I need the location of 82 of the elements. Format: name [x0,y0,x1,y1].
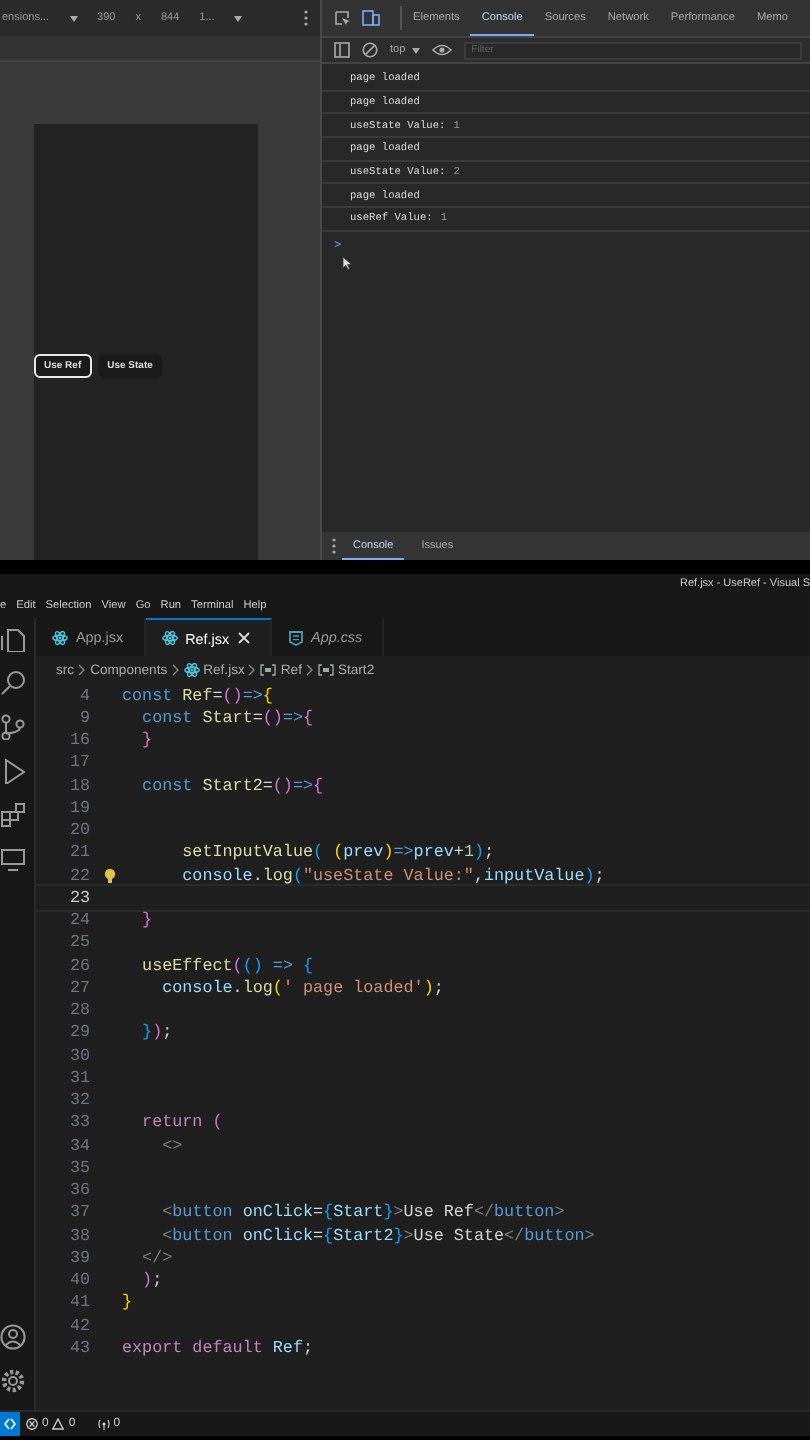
line-number: 4 [77,685,92,706]
run-debug-icon[interactable] [0,758,26,784]
lightbulb-icon[interactable] [103,867,115,884]
line-number: 16 [67,730,92,751]
line-number: 20 [67,820,92,841]
line-number: 25 [67,932,92,953]
line-number: 18 [67,775,92,796]
clear-icon[interactable] [362,42,378,58]
code-line: } [122,1292,133,1313]
line-number: 42 [67,1315,92,1336]
line-number: 9 [77,707,92,728]
line-number: 38 [67,1225,92,1246]
line-number: 41 [67,1292,92,1313]
line-number: 33 [67,1112,92,1133]
caret-icon [411,47,420,53]
code-line: } [140,730,153,751]
line-number: 23 [67,887,92,908]
line-number: 19 [67,797,92,818]
symbol-icon [317,664,334,676]
code-line: useEffect(() => { [140,955,314,976]
device-toggle-icon[interactable] [362,10,380,26]
pointer-icon [342,255,352,270]
code-line: export default Ref; [122,1337,313,1358]
code-line: return ( [140,1112,223,1133]
line-number: 39 [67,1247,92,1268]
line-number: 32 [67,1090,92,1111]
inspect-icon[interactable] [334,10,350,26]
code-line: ); [140,1270,163,1291]
code-line: <button onClick={Start}>Use Ref</button> [160,1202,565,1223]
source-control-icon[interactable] [0,714,26,740]
extensions-icon[interactable] [0,802,26,828]
line-number: 24 [67,910,92,931]
code-line: console.log("useState Value:",inputValue); [180,865,605,886]
warning-icon [52,1418,65,1430]
line-number: 21 [67,842,92,863]
code-line: }); [140,1022,173,1043]
code-line: <> [160,1135,183,1156]
code-line: <button onClick={Start2}>Use State</button> [160,1225,595,1246]
eye-icon[interactable] [431,44,452,56]
code-line: const Start2=()=>{ [140,775,324,796]
line-number: 31 [67,1067,92,1088]
monitor-icon[interactable] [0,846,26,872]
code-line: </> [140,1247,173,1268]
line-number: 34 [67,1135,92,1156]
atom-icon [161,630,178,646]
chevron-icon [305,664,314,676]
caret-icon[interactable] [234,15,243,21]
line-number: 40 [67,1270,92,1291]
account-icon[interactable] [0,1324,26,1350]
search-icon[interactable] [0,670,26,696]
code-line: const Start=()=>{ [140,707,314,728]
remote-icon [4,1418,16,1430]
code-line: console.log(' page loaded'); [160,977,444,998]
line-number: 30 [67,1045,92,1066]
code-line: setInputValue( (prev)=>prev+1); [180,842,495,863]
line-number: 26 [67,955,92,976]
files-icon[interactable] [0,626,26,652]
line-number: 27 [67,977,92,998]
code-line: const Ref=()=>{ [122,685,273,706]
caret-icon[interactable] [69,15,78,21]
line-number: 22 [67,865,92,886]
remote-indicator[interactable] [0,1412,20,1436]
code-line: } [140,910,153,931]
chevron-icon [248,664,257,676]
line-number: 28 [67,1000,92,1021]
close-icon[interactable] [237,632,250,644]
error-icon [26,1418,38,1430]
chevron-icon [78,664,87,676]
atom-icon [183,662,200,678]
settings-icon[interactable] [0,1368,26,1394]
line-number: 37 [67,1202,92,1223]
line-number: 43 [67,1337,92,1358]
symbol-icon [260,664,277,676]
line-number: 17 [67,752,92,773]
antenna-icon [97,1418,110,1430]
line-number: 29 [67,1022,92,1043]
atom-icon [52,629,68,645]
line-number: 36 [67,1180,92,1201]
chevron-icon [171,664,180,676]
css-file-icon [287,629,304,645]
line-number: 35 [67,1157,92,1178]
sidebar-icon[interactable] [334,42,350,58]
